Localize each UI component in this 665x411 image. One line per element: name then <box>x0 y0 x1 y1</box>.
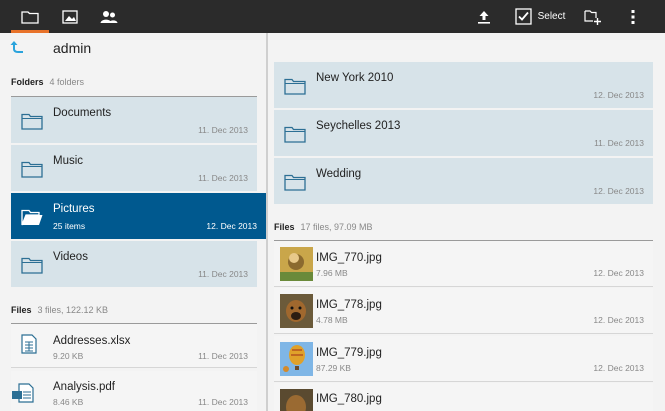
files-count: 3 files, 122.12 KB <box>37 305 109 315</box>
select-button[interactable]: Select <box>512 0 568 33</box>
file-name: IMG_780.jpg <box>316 393 382 405</box>
arrow-up-left-icon <box>10 41 23 53</box>
photo-thumbnail <box>280 294 313 328</box>
overflow-menu-button[interactable] <box>622 0 644 33</box>
people-icon <box>100 10 118 23</box>
file-date: 12. Dec 2013 <box>593 363 644 373</box>
tab-shared[interactable] <box>91 0 127 33</box>
top-action-bar: Select <box>0 0 665 33</box>
file-date: 12. Dec 2013 <box>593 315 644 325</box>
right-pane: New York 2010 12. Dec 2013 Seychelles 20… <box>268 33 665 411</box>
file-size: 87.29 KB <box>316 363 351 373</box>
more-vertical-icon <box>631 9 635 24</box>
path-header: admin <box>0 33 266 63</box>
folder-item-videos[interactable]: Videos 11. Dec 2013 <box>11 241 257 287</box>
file-name: IMG_778.jpg <box>316 299 382 311</box>
new-folder-button[interactable] <box>580 0 606 33</box>
folder-date: 11. Dec 2013 <box>198 173 248 183</box>
folder-icon <box>21 10 39 24</box>
folder-date: 11. Dec 2013 <box>198 269 248 279</box>
folder-date: 12. Dec 2013 <box>593 186 644 196</box>
folder-item-count: 25 items <box>53 221 86 231</box>
row-separator <box>274 286 653 287</box>
file-size: 8.46 KB <box>53 397 84 407</box>
folder-item-music[interactable]: Music 11. Dec 2013 <box>11 145 257 191</box>
folder-icon <box>284 174 306 191</box>
file-item-img-778[interactable]: IMG_778.jpg 4.78 MB 12. Dec 2013 <box>274 288 653 334</box>
folder-open-icon <box>21 209 43 226</box>
left-pane: admin Folders 4 folders Documents 11. Dec… <box>0 33 266 411</box>
files-section-header: Files 3 files, 122.12 KB <box>11 305 108 315</box>
photo-thumbnail <box>280 247 313 281</box>
row-separator <box>11 367 257 368</box>
file-size: 9.20 KB <box>53 351 84 361</box>
checkbox-checked-icon <box>514 8 532 25</box>
files-section-header: Files 17 files, 97.09 MB <box>274 222 373 232</box>
folders-section-label: Folders <box>11 77 44 87</box>
pdf-icon <box>12 383 34 403</box>
file-item-img-770[interactable]: IMG_770.jpg 7.96 MB 12. Dec 2013 <box>274 241 653 287</box>
file-item-addresses[interactable]: Addresses.xlsx 9.20 KB 11. Dec 2013 <box>11 324 257 368</box>
folder-name: Wedding <box>316 168 362 180</box>
folder-icon <box>284 78 306 95</box>
folder-date: 11. Dec 2013 <box>198 125 248 135</box>
add-folder-icon <box>584 9 601 25</box>
upload-icon <box>478 10 490 24</box>
photo-thumbnail <box>280 389 313 411</box>
folder-item-pictures[interactable]: Pictures 25 items 12. Dec 2013 <box>11 193 266 239</box>
row-separator <box>274 381 653 382</box>
folder-item-wedding[interactable]: Wedding 12. Dec 2013 <box>274 158 653 204</box>
page-title: admin <box>53 40 92 56</box>
folder-name: Documents <box>53 107 112 119</box>
folder-date: 12. Dec 2013 <box>593 90 644 100</box>
upload-button[interactable] <box>470 0 498 33</box>
folder-icon <box>21 161 43 178</box>
file-name: IMG_770.jpg <box>316 252 382 264</box>
files-section-label: Files <box>274 222 295 232</box>
file-date: 11. Dec 2013 <box>198 397 248 407</box>
folder-date: 11. Dec 2013 <box>594 138 644 148</box>
folder-icon <box>21 113 43 130</box>
folder-item-new-york-2010[interactable]: New York 2010 12. Dec 2013 <box>274 62 653 108</box>
folder-icon <box>284 126 306 143</box>
folder-name: Music <box>53 155 84 167</box>
files-section-label: Files <box>11 305 32 315</box>
folders-count: 4 folders <box>49 77 85 87</box>
folder-icon <box>21 257 43 274</box>
file-size: 7.96 MB <box>316 268 348 278</box>
folder-name: New York 2010 <box>316 72 394 84</box>
file-size: 4.78 MB <box>316 315 348 325</box>
file-name: Analysis.pdf <box>53 381 116 393</box>
spreadsheet-icon <box>21 334 37 354</box>
file-name: IMG_779.jpg <box>316 347 382 359</box>
folder-item-documents[interactable]: Documents 11. Dec 2013 <box>11 97 257 143</box>
file-date: 12. Dec 2013 <box>593 268 644 278</box>
select-label: Select <box>537 11 566 22</box>
file-item-img-779[interactable]: IMG_779.jpg 87.29 KB 12. Dec 2013 <box>274 336 653 382</box>
tab-images[interactable] <box>52 0 88 33</box>
folders-section-header: Folders 4 folders <box>11 77 84 87</box>
folder-date: 12. Dec 2013 <box>206 221 257 231</box>
files-count: 17 files, 97.09 MB <box>300 222 373 232</box>
photo-thumbnail <box>280 342 313 376</box>
tab-folders[interactable] <box>11 0 49 33</box>
folder-name: Seychelles 2013 <box>316 120 401 132</box>
folder-name: Pictures <box>53 203 95 215</box>
file-item-analysis[interactable]: Analysis.pdf 8.46 KB 11. Dec 2013 <box>11 371 257 411</box>
file-date: 11. Dec 2013 <box>198 351 248 361</box>
file-item-img-780[interactable]: IMG_780.jpg <box>274 383 653 411</box>
image-icon <box>62 9 78 24</box>
folder-item-seychelles-2013[interactable]: Seychelles 2013 11. Dec 2013 <box>274 110 653 156</box>
up-button[interactable] <box>10 40 24 59</box>
file-name: Addresses.xlsx <box>53 335 131 347</box>
folder-name: Videos <box>53 251 88 263</box>
row-separator <box>274 333 653 334</box>
